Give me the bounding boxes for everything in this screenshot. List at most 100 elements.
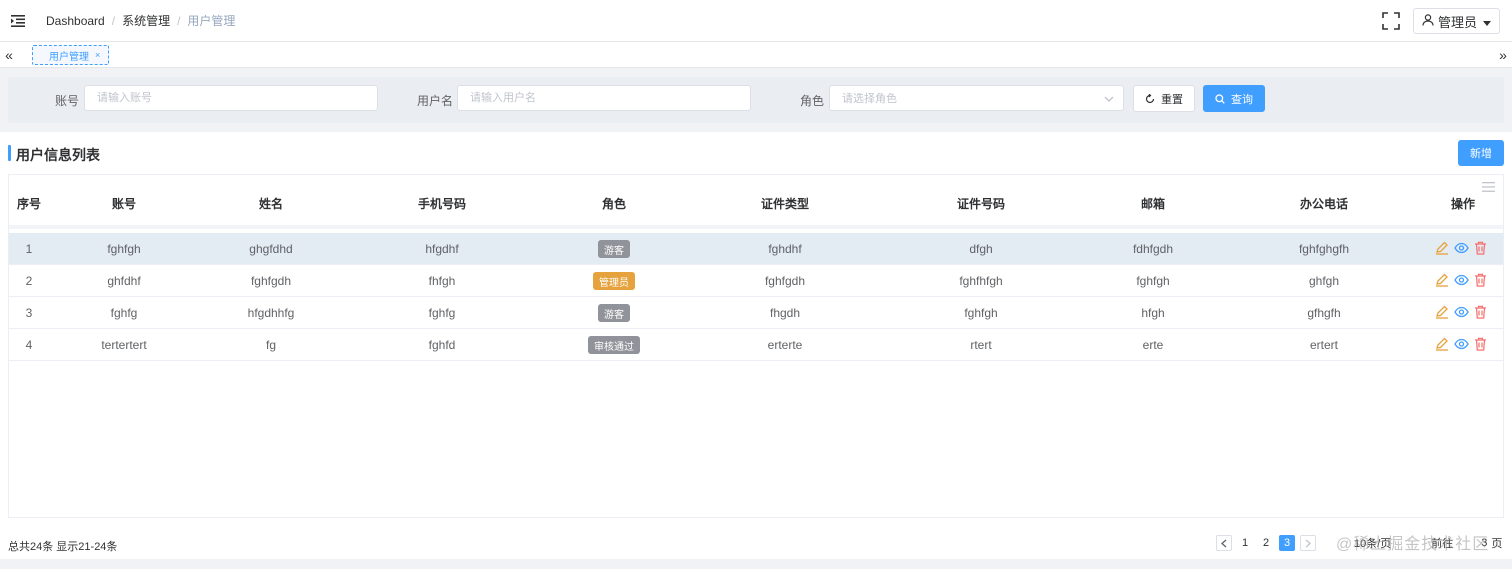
column-header-id-type: 证件类型 bbox=[760, 197, 810, 211]
main-content: 用户信息列表 新增 序号 账号 姓名 手机号码 角色 证件类型 证件号码 邮箱 … bbox=[0, 132, 1512, 559]
prev-page-icon[interactable] bbox=[1216, 535, 1232, 551]
add-button[interactable]: 新增 bbox=[1458, 140, 1504, 166]
cell-id-type: fghdhf bbox=[768, 242, 802, 256]
scroll-right-icon[interactable]: » bbox=[1494, 42, 1512, 68]
cell-name: fghfgdh bbox=[250, 274, 292, 288]
account-input[interactable] bbox=[84, 85, 378, 111]
cell-account: fghfgh bbox=[107, 242, 141, 256]
next-page-icon[interactable] bbox=[1300, 535, 1316, 551]
role-select[interactable]: 请选择角色 bbox=[829, 85, 1124, 111]
delete-icon[interactable] bbox=[1474, 337, 1487, 351]
edit-icon[interactable] bbox=[1435, 337, 1449, 351]
username-input[interactable] bbox=[457, 85, 751, 111]
user-name: 管理员 bbox=[1437, 14, 1477, 30]
search-form: 账号 用户名 角色 请选择角色 重置 查询 bbox=[8, 77, 1504, 123]
cell-index: 1 bbox=[25, 242, 33, 256]
edit-icon[interactable] bbox=[1435, 273, 1449, 287]
page-number-current[interactable]: 3 bbox=[1279, 535, 1295, 551]
username-label: 用户名 bbox=[417, 94, 454, 108]
cell-office-phone: gfhgfh bbox=[1307, 306, 1341, 320]
search-icon bbox=[1215, 93, 1225, 104]
cell-id-number: fghfgh bbox=[964, 306, 998, 320]
delete-icon[interactable] bbox=[1474, 273, 1487, 287]
role-badge: 游客 bbox=[598, 240, 630, 258]
scroll-left-icon[interactable]: « bbox=[0, 42, 18, 68]
role-label: 角色 bbox=[800, 94, 825, 108]
column-header-email: 邮箱 bbox=[1140, 197, 1166, 211]
cell-id-type: fghfgdh bbox=[764, 274, 806, 288]
view-icon[interactable] bbox=[1454, 274, 1469, 286]
row-actions bbox=[1435, 337, 1492, 351]
cell-id-number: rtert bbox=[970, 338, 992, 352]
cell-account: ghfdhf bbox=[107, 274, 141, 288]
table-row[interactable]: 3 fghfg hfgdhhfg fghfg 游客 fhgdh fghfgh h… bbox=[9, 297, 1503, 329]
tags-view-bar: « 用户管理 × » bbox=[0, 42, 1512, 68]
cell-email: hfgh bbox=[1141, 306, 1165, 320]
cell-account: tertertert bbox=[101, 338, 147, 352]
user-table: 序号 账号 姓名 手机号码 角色 证件类型 证件号码 邮箱 办公电话 操作 1 … bbox=[8, 174, 1504, 518]
page-number[interactable]: 2 bbox=[1258, 535, 1274, 551]
account-label: 账号 bbox=[55, 94, 80, 108]
breadcrumb-separator: / bbox=[177, 13, 181, 28]
jump-page-input[interactable]: 3 bbox=[1481, 537, 1487, 549]
table-row[interactable]: 1 fghfgh ghgfdhd hfgdhf 游客 fghdhf dfgh f… bbox=[9, 233, 1503, 265]
breadcrumb-dashboard[interactable]: Dashboard bbox=[46, 14, 105, 28]
cell-office-phone: ertert bbox=[1309, 338, 1339, 352]
view-icon[interactable] bbox=[1454, 242, 1469, 254]
column-header-index: 序号 bbox=[16, 197, 42, 211]
reset-button[interactable]: 重置 bbox=[1133, 85, 1195, 112]
fullscreen-icon[interactable] bbox=[1381, 11, 1401, 31]
view-icon[interactable] bbox=[1454, 306, 1469, 318]
cell-phone: fghfd bbox=[428, 338, 456, 352]
user-dropdown-button[interactable]: 管理员 bbox=[1412, 8, 1500, 34]
column-header-name: 姓名 bbox=[258, 197, 284, 211]
query-button[interactable]: 查询 bbox=[1203, 85, 1265, 112]
column-header-id-number: 证件号码 bbox=[956, 197, 1006, 211]
cell-id-number: dfgh bbox=[969, 242, 993, 256]
cell-index: 2 bbox=[25, 274, 33, 288]
view-icon[interactable] bbox=[1454, 338, 1469, 350]
table-row[interactable]: 4 tertertert fg fghfd 审核通过 erterte rtert… bbox=[9, 329, 1503, 361]
cell-phone: hfgdhf bbox=[425, 242, 459, 256]
cell-phone: fhfgh bbox=[428, 274, 456, 288]
user-icon bbox=[1422, 13, 1434, 29]
row-actions bbox=[1435, 241, 1492, 255]
tag-user-management[interactable]: 用户管理 × bbox=[32, 45, 110, 65]
page-unit-label: 页 bbox=[1491, 538, 1503, 550]
breadcrumb: Dashboard / 系统管理 / 用户管理 bbox=[46, 12, 235, 29]
menu-toggle-icon[interactable] bbox=[0, 0, 36, 42]
cell-id-number: fghfhfgh bbox=[959, 274, 1003, 288]
bottom-strip bbox=[0, 559, 1512, 569]
role-select-placeholder: 请选择角色 bbox=[842, 93, 897, 105]
cell-email: fdhfgdh bbox=[1132, 242, 1174, 256]
section-accent-bar bbox=[8, 145, 11, 161]
table-row[interactable]: 2 ghfdhf fghfgdh fhfgh 管理员 fghfgdh fghfh… bbox=[9, 265, 1503, 297]
page-number[interactable]: 1 bbox=[1237, 535, 1253, 551]
edit-icon[interactable] bbox=[1435, 241, 1449, 255]
row-actions bbox=[1435, 273, 1492, 287]
cell-index: 4 bbox=[25, 338, 33, 352]
tag-label: 用户管理 bbox=[49, 51, 89, 63]
tag-close-icon[interactable]: × bbox=[95, 50, 100, 60]
table-header: 序号 账号 姓名 手机号码 角色 证件类型 证件号码 邮箱 办公电话 操作 bbox=[9, 175, 1503, 229]
cell-phone: fghfg bbox=[428, 306, 456, 320]
edit-icon[interactable] bbox=[1435, 305, 1449, 319]
delete-icon[interactable] bbox=[1474, 305, 1487, 319]
pagination: 1 2 3 10条/页 前往 3 页 bbox=[1216, 535, 1502, 551]
breadcrumb-system[interactable]: 系统管理 bbox=[122, 12, 170, 29]
header-right: 管理员 bbox=[1381, 8, 1500, 34]
cell-name: fg bbox=[265, 338, 277, 352]
cell-name: ghgfdhd bbox=[249, 242, 293, 256]
column-header-account: 账号 bbox=[111, 197, 137, 211]
cell-account: fghfg bbox=[110, 306, 138, 320]
page-size-select[interactable]: 10条/页 bbox=[1354, 535, 1391, 551]
column-header-phone: 手机号码 bbox=[417, 197, 467, 211]
caret-down-icon bbox=[1483, 14, 1491, 29]
refresh-icon bbox=[1145, 93, 1155, 103]
delete-icon[interactable] bbox=[1474, 241, 1487, 255]
column-header-role: 角色 bbox=[601, 197, 627, 211]
cell-email: erte bbox=[1142, 338, 1164, 352]
total-count: 总共24条 显示21-24条 bbox=[8, 541, 118, 553]
goto-label: 前往 bbox=[1431, 538, 1454, 550]
role-badge: 审核通过 bbox=[588, 336, 640, 354]
